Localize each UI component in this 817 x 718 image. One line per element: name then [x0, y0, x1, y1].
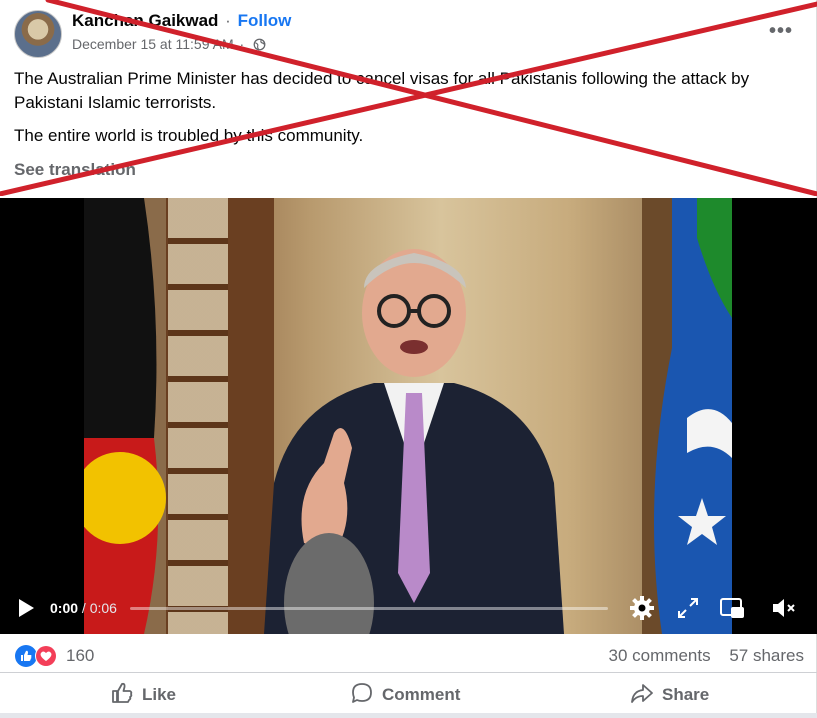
- duration: / 0:06: [81, 600, 117, 616]
- action-bar: Like Comment Share: [0, 672, 817, 712]
- meta-separator: ·: [239, 36, 245, 52]
- shares-count[interactable]: 57 shares: [729, 646, 804, 665]
- post-timestamp[interactable]: December 15 at 11:59 AM: [72, 36, 234, 52]
- comment-icon: [352, 683, 372, 703]
- facebook-post: Kanchan Gaikwad · Follow December 15 at …: [0, 0, 817, 718]
- fullscreen-icon[interactable]: [674, 594, 702, 622]
- engagement-counts: 30 comments 57 shares: [609, 646, 804, 666]
- post-text: The Australian Prime Minister has decide…: [14, 67, 804, 157]
- see-translation-link[interactable]: See translation: [14, 160, 136, 180]
- reaction-count[interactable]: 160: [66, 646, 94, 666]
- author-line: Kanchan Gaikwad · Follow: [72, 11, 291, 31]
- play-icon[interactable]: [16, 596, 36, 620]
- volume-muted-icon[interactable]: [770, 594, 798, 622]
- share-label: Share: [662, 685, 710, 704]
- video-player[interactable]: 0:00 / 0:06: [0, 198, 817, 634]
- reaction-summary: 160 30 comments 57 shares: [14, 642, 804, 668]
- current-time: 0:00: [50, 600, 79, 616]
- post-meta: December 15 at 11:59 AM ·: [72, 36, 266, 52]
- like-button[interactable]: Like: [110, 681, 176, 707]
- aboriginal-flag-image: [84, 198, 166, 634]
- video-frame: [84, 198, 732, 634]
- like-icon: [15, 645, 37, 667]
- video-progress-bar[interactable]: [130, 607, 608, 610]
- comment-label: Comment: [382, 685, 461, 704]
- post-paragraph: The Australian Prime Minister has decide…: [14, 69, 750, 112]
- follow-button[interactable]: Follow: [238, 11, 292, 30]
- comment-button[interactable]: Comment: [350, 681, 460, 707]
- speaker-figure-image: [264, 249, 564, 634]
- share-button[interactable]: Share: [630, 681, 709, 707]
- video-time: 0:00 / 0:06: [50, 600, 117, 616]
- reaction-icons[interactable]: [14, 644, 60, 668]
- post-bottom-border: [0, 713, 817, 718]
- post-paragraph: The entire world is troubled by this com…: [14, 126, 364, 145]
- like-outline-icon: [112, 682, 133, 703]
- picture-in-picture-icon[interactable]: [718, 594, 746, 622]
- author-name[interactable]: Kanchan Gaikwad: [72, 11, 218, 30]
- post-header: Kanchan Gaikwad · Follow December 15 at …: [0, 0, 817, 62]
- comments-count[interactable]: 30 comments: [609, 646, 711, 665]
- separator-dot: ·: [225, 11, 231, 30]
- globe-icon: [253, 38, 266, 51]
- torres-strait-flag-image: [642, 198, 732, 634]
- more-options-button[interactable]: •••: [769, 20, 793, 43]
- share-icon: [631, 684, 653, 703]
- like-label: Like: [142, 685, 177, 704]
- video-controls: 0:00 / 0:06: [0, 590, 817, 630]
- love-icon: [35, 645, 57, 667]
- settings-gear-icon[interactable]: [628, 594, 656, 622]
- author-avatar[interactable]: [14, 10, 62, 58]
